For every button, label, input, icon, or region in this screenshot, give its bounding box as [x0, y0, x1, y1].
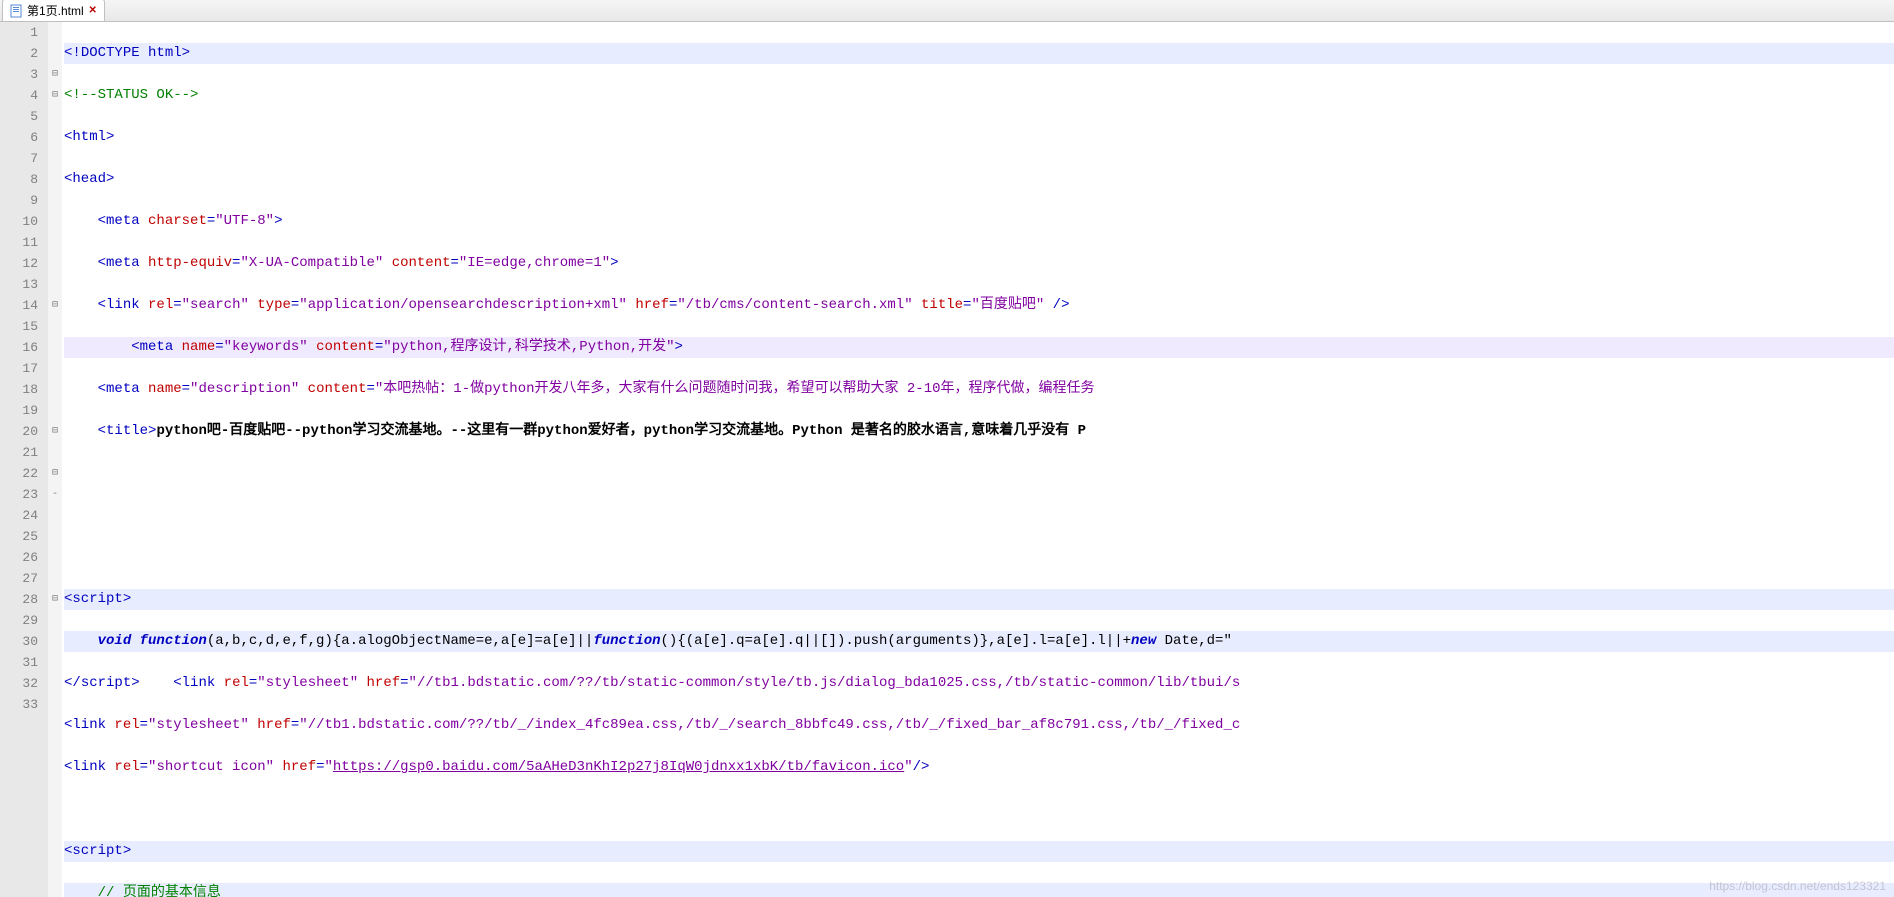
code-line: <meta name="description" content="本吧热帖：1…: [64, 379, 1894, 400]
line-number[interactable]: 24: [6, 505, 38, 526]
code-line: <script>: [64, 589, 1894, 610]
line-number[interactable]: 25: [6, 526, 38, 547]
code-line: <meta charset="UTF-8">: [64, 211, 1894, 232]
tab-bar: 第1页.html ✕: [0, 0, 1894, 22]
line-number[interactable]: 32: [6, 673, 38, 694]
line-number-gutter: 1 2 3 4 5 6 7 8 9 10 11 12 13 14 15 16 1…: [0, 22, 48, 897]
line-number[interactable]: 30: [6, 631, 38, 652]
code-line: <meta http-equiv="X-UA-Compatible" conte…: [64, 253, 1894, 274]
fold-toggle[interactable]: ⊟: [48, 295, 62, 316]
code-line: <!DOCTYPE html>: [64, 43, 1894, 64]
file-icon: [9, 4, 23, 18]
fold-toggle[interactable]: ⊟: [48, 589, 62, 610]
fold-toggle[interactable]: ⊟: [48, 421, 62, 442]
line-number[interactable]: 18: [6, 379, 38, 400]
code-line: [64, 505, 1894, 526]
line-number[interactable]: 23: [6, 484, 38, 505]
line-number[interactable]: 16: [6, 337, 38, 358]
fold-column: ⊟ ⊟ ⊟ ⊟ ⊟ - ⊟: [48, 22, 62, 897]
code-line: void function(a,b,c,d,e,f,g){a.alogObjec…: [64, 631, 1894, 652]
code-area[interactable]: <!DOCTYPE html> <!--STATUS OK--> <html> …: [62, 22, 1894, 897]
code-line: <meta name="keywords" content="python,程序…: [64, 337, 1894, 358]
line-number[interactable]: 20: [6, 421, 38, 442]
fold-toggle[interactable]: ⊟: [48, 463, 62, 484]
line-number[interactable]: 14: [6, 295, 38, 316]
tab-label: 第1页.html: [27, 2, 84, 19]
line-number[interactable]: 2: [6, 43, 38, 64]
line-number[interactable]: 8: [6, 169, 38, 190]
line-number[interactable]: 10: [6, 211, 38, 232]
line-number[interactable]: 12: [6, 253, 38, 274]
code-line: <head>: [64, 169, 1894, 190]
fold-toggle[interactable]: -: [48, 484, 62, 505]
fold-marker: [48, 43, 62, 64]
line-number[interactable]: 13: [6, 274, 38, 295]
line-number[interactable]: 11: [6, 232, 38, 253]
line-number[interactable]: 19: [6, 400, 38, 421]
code-line: <!--STATUS OK-->: [64, 85, 1894, 106]
code-line: [64, 547, 1894, 568]
line-number[interactable]: 28: [6, 589, 38, 610]
code-line: [64, 799, 1894, 820]
line-number[interactable]: 27: [6, 568, 38, 589]
code-line: <link rel="shortcut icon" href="https://…: [64, 757, 1894, 778]
line-number[interactable]: 17: [6, 358, 38, 379]
code-line: <title>python吧-百度贴吧--python学习交流基地。--这里有一…: [64, 421, 1894, 442]
code-line: <link rel="stylesheet" href="//tb1.bdsta…: [64, 715, 1894, 736]
code-line: // 页面的基本信息: [64, 883, 1894, 897]
line-number[interactable]: 21: [6, 442, 38, 463]
line-number[interactable]: 9: [6, 190, 38, 211]
fold-marker: [48, 22, 62, 43]
line-number[interactable]: 22: [6, 463, 38, 484]
close-icon[interactable]: ✕: [88, 6, 98, 16]
code-line: [64, 463, 1894, 484]
code-line: </script> <link rel="stylesheet" href="/…: [64, 673, 1894, 694]
code-line: <link rel="search" type="application/ope…: [64, 295, 1894, 316]
line-number[interactable]: 29: [6, 610, 38, 631]
line-number[interactable]: 3: [6, 64, 38, 85]
fold-toggle[interactable]: ⊟: [48, 64, 62, 85]
line-number[interactable]: 5: [6, 106, 38, 127]
line-number[interactable]: 7: [6, 148, 38, 169]
file-tab[interactable]: 第1页.html ✕: [2, 0, 105, 21]
line-number[interactable]: 15: [6, 316, 38, 337]
editor: 1 2 3 4 5 6 7 8 9 10 11 12 13 14 15 16 1…: [0, 22, 1894, 897]
line-number[interactable]: 26: [6, 547, 38, 568]
fold-toggle[interactable]: ⊟: [48, 85, 62, 106]
code-line: <script>: [64, 841, 1894, 862]
line-number[interactable]: 4: [6, 85, 38, 106]
line-number[interactable]: 33: [6, 694, 38, 715]
line-number[interactable]: 1: [6, 22, 38, 43]
code-line: <html>: [64, 127, 1894, 148]
line-number[interactable]: 31: [6, 652, 38, 673]
line-number[interactable]: 6: [6, 127, 38, 148]
